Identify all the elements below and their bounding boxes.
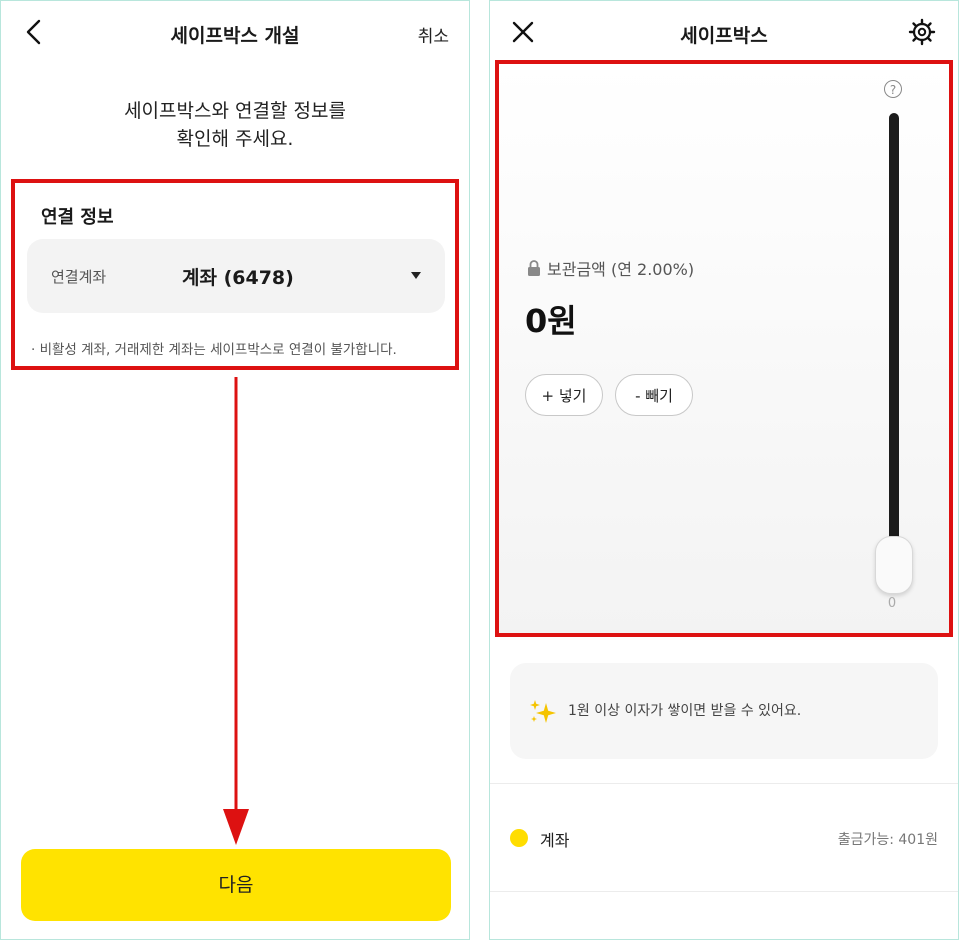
- connection-info-section: 연결 정보 연결계좌 계좌 (6478) · 비활성 계좌, 거래제한 계좌는 …: [11, 179, 459, 370]
- gear-icon[interactable]: [908, 18, 936, 46]
- help-icon[interactable]: ?: [884, 80, 902, 98]
- dropdown-icon[interactable]: [411, 272, 421, 279]
- headline-line-2: 확인해 주세요.: [176, 128, 294, 150]
- interest-notice: 1원 이상 이자가 쌓이면 받을 수 있어요.: [510, 663, 938, 759]
- divider: [490, 891, 958, 892]
- interest-notice-text: 1원 이상 이자가 쌓이면 받을 수 있어요.: [568, 703, 802, 719]
- safebox-balance-panel: ? 0 보관금액 (연 2.00%) 0원 + 넣기 - 빼기: [495, 60, 953, 637]
- linked-account-value: 계좌 (6478): [182, 267, 294, 289]
- safebox-screen: 세이프박스 ? 0 보관금액 (연 2.00%) 0원 + 넣기 - 빼기 1원…: [489, 0, 959, 940]
- stored-amount: 0원: [525, 302, 577, 340]
- stored-amount-label: 보관금액 (연 2.00%): [547, 260, 695, 279]
- top-nav: 세이프박스 개설 취소: [1, 1, 469, 63]
- connection-info-title: 연결 정보: [41, 207, 114, 228]
- annotation-arrow: [223, 377, 249, 845]
- connection-note: · 비활성 계좌, 거래제한 계좌는 세이프박스로 연결이 불가합니다.: [31, 342, 397, 358]
- linked-account-row[interactable]: 계좌 출금가능: 401원: [490, 784, 958, 892]
- safebox-open-screen: 세이프박스 개설 취소 세이프박스와 연결할 정보를 확인해 주세요. 연결 정…: [0, 0, 470, 940]
- headline-line-1: 세이프박스와 연결할 정보를: [124, 100, 346, 122]
- lock-icon: [528, 260, 540, 276]
- account-name: 계좌: [540, 831, 570, 850]
- next-button[interactable]: 다음: [21, 849, 451, 921]
- amount-slider-thumb[interactable]: [875, 536, 913, 594]
- slider-min-label: 0: [887, 596, 897, 611]
- linked-account-label: 연결계좌: [51, 268, 107, 286]
- amount-slider-track[interactable]: [889, 113, 899, 593]
- sparkle-icon: [530, 700, 556, 723]
- account-color-dot: [510, 829, 528, 847]
- headline: 세이프박스와 연결할 정보를 확인해 주세요.: [1, 97, 469, 153]
- page-title: 세이프박스: [680, 25, 768, 47]
- withdraw-button[interactable]: - 빼기: [615, 374, 693, 416]
- cancel-button[interactable]: 취소: [418, 22, 449, 47]
- linked-account-select[interactable]: 연결계좌 계좌 (6478): [27, 239, 445, 313]
- page-title: 세이프박스 개설: [170, 25, 300, 47]
- available-balance: 출금가능: 401원: [837, 832, 938, 848]
- top-nav: 세이프박스: [490, 1, 958, 63]
- deposit-button[interactable]: + 넣기: [525, 374, 603, 416]
